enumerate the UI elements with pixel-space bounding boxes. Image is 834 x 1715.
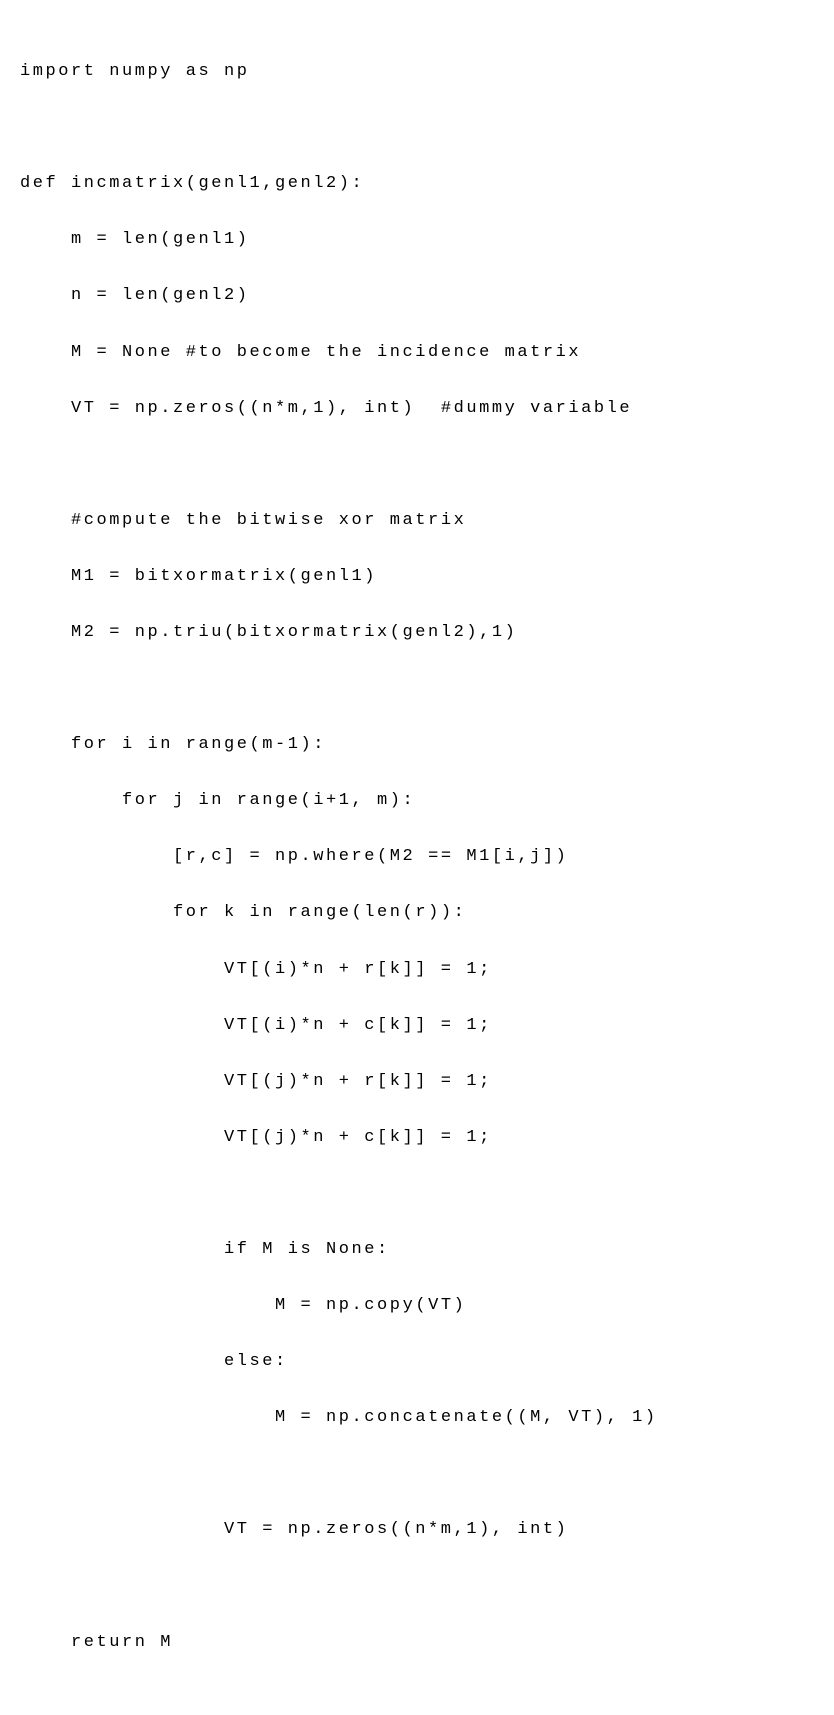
code-block: import numpy as np def incmatrix(genl1,g…	[20, 30, 814, 1685]
code-line	[20, 1460, 814, 1488]
code-line: VT[(i)*n + r[k]] = 1;	[20, 956, 814, 984]
code-line: for i in range(m-1):	[20, 731, 814, 759]
code-line: #compute the bitwise xor matrix	[20, 507, 814, 535]
code-line: M = np.concatenate((M, VT), 1)	[20, 1404, 814, 1432]
code-line	[20, 114, 814, 142]
code-line: for j in range(i+1, m):	[20, 787, 814, 815]
code-line: M = np.copy(VT)	[20, 1292, 814, 1320]
code-line	[20, 675, 814, 703]
code-line: m = len(genl1)	[20, 226, 814, 254]
code-line: M1 = bitxormatrix(genl1)	[20, 563, 814, 591]
code-line: n = len(genl2)	[20, 282, 814, 310]
code-line: import numpy as np	[20, 58, 814, 86]
code-line: VT[(j)*n + r[k]] = 1;	[20, 1068, 814, 1096]
code-line: [r,c] = np.where(M2 == M1[i,j])	[20, 843, 814, 871]
code-line: if M is None:	[20, 1236, 814, 1264]
code-line: def incmatrix(genl1,genl2):	[20, 170, 814, 198]
code-line: else:	[20, 1348, 814, 1376]
code-line	[20, 1573, 814, 1601]
code-line	[20, 451, 814, 479]
code-line: return M	[20, 1629, 814, 1657]
code-line: VT[(j)*n + c[k]] = 1;	[20, 1124, 814, 1152]
code-line	[20, 1180, 814, 1208]
code-line: VT = np.zeros((n*m,1), int) #dummy varia…	[20, 395, 814, 423]
code-line: M2 = np.triu(bitxormatrix(genl2),1)	[20, 619, 814, 647]
code-line: VT[(i)*n + c[k]] = 1;	[20, 1012, 814, 1040]
code-line: for k in range(len(r)):	[20, 899, 814, 927]
code-line: M = None #to become the incidence matrix	[20, 339, 814, 367]
code-line: VT = np.zeros((n*m,1), int)	[20, 1516, 814, 1544]
